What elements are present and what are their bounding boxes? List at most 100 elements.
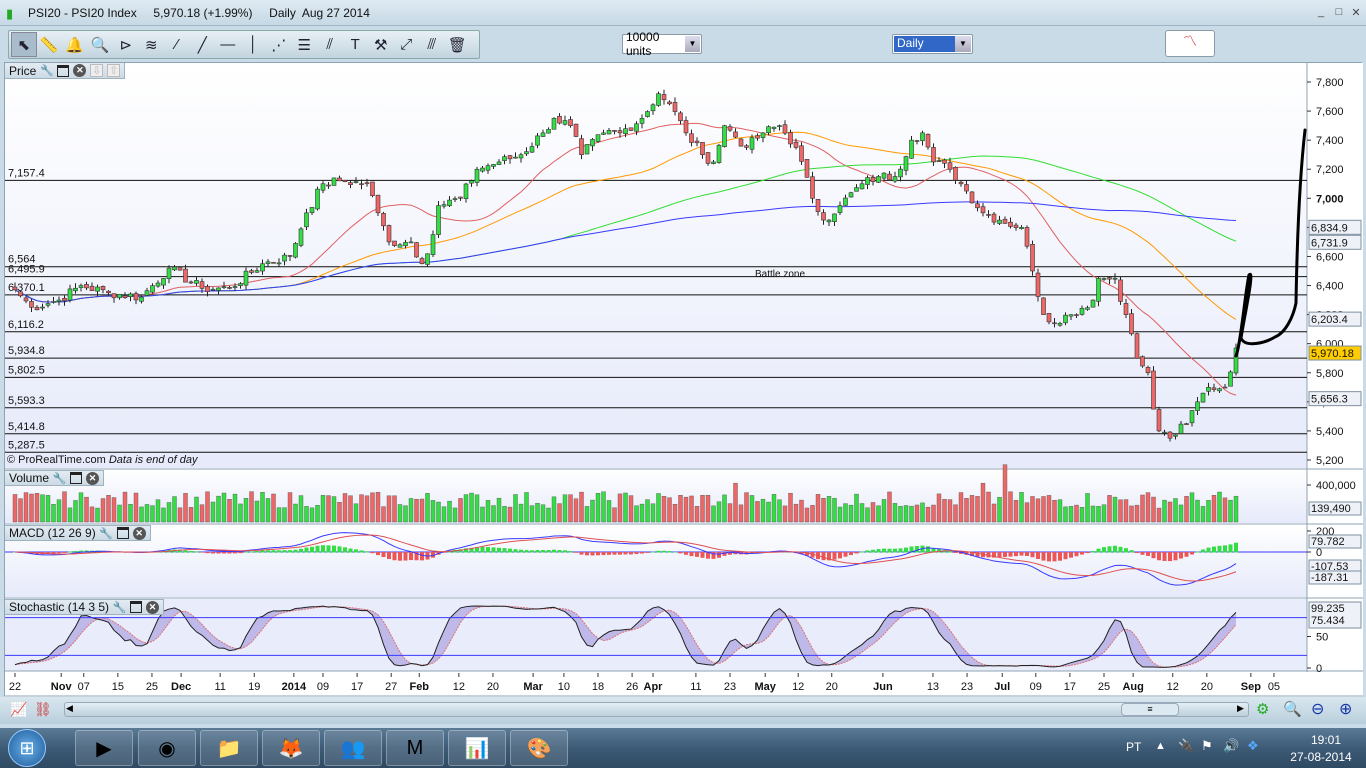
fibonacci-fan-icon[interactable]: ⋰ — [266, 32, 292, 57]
taskbar-file-explorer[interactable]: 📁 — [200, 730, 258, 766]
candle-body — [936, 160, 942, 162]
candle-body — [221, 286, 227, 288]
segment-icon[interactable]: ⁄ — [164, 32, 190, 57]
close-icon[interactable]: ✕ — [146, 600, 160, 614]
candle-body — [1200, 392, 1206, 403]
volume-bar — [205, 491, 210, 523]
fibonacci-retracement-icon[interactable]: ☰ — [292, 32, 318, 57]
scroll-right-icon[interactable]: ▶ — [1237, 703, 1244, 714]
chart-type-icon[interactable]: ⛓ — [34, 701, 52, 718]
taskbar-prorealtime[interactable]: 📊 — [448, 730, 506, 766]
wrench-icon[interactable]: 🔧 — [40, 64, 54, 77]
taskbar-firefox[interactable]: 🦊 — [262, 730, 320, 766]
macd-histogram-bar — [200, 552, 204, 553]
candle-body — [447, 199, 452, 207]
text-icon[interactable]: T — [343, 32, 369, 57]
taskbar-media-player[interactable]: ▶ — [75, 730, 133, 766]
clock-date[interactable]: 27-08-2014 — [1286, 750, 1356, 764]
candle-body — [364, 182, 370, 185]
move-up-icon[interactable]: ⇧ — [107, 64, 121, 77]
minimize-button[interactable]: _ — [1313, 6, 1329, 20]
language-indicator[interactable]: PT — [1126, 740, 1141, 754]
move-down-icon[interactable]: ⇩ — [90, 64, 104, 77]
candle-body — [738, 138, 744, 147]
volume-bar — [287, 492, 293, 523]
candle-body — [78, 285, 84, 288]
vertical-line-icon[interactable]: │ — [241, 32, 267, 57]
horizontal-scrollbar[interactable]: ◀ ≡ ▶ — [64, 702, 1249, 717]
candle-body — [1074, 314, 1079, 316]
macd-histogram-bar — [1085, 552, 1090, 554]
window-icon[interactable] — [116, 527, 129, 539]
candle-body — [777, 125, 782, 127]
channel-icon[interactable]: ≋ — [139, 32, 165, 57]
taskbar-paint[interactable]: 🎨 — [510, 730, 568, 766]
flag-icon[interactable]: ⚑ — [1201, 738, 1213, 754]
volume-bar — [722, 494, 727, 523]
clock-time[interactable]: 19:01 — [1296, 733, 1356, 747]
chart-area[interactable]: 7,157.4 6,564 6,495.9 6,370.1 6,116.2 5,934.8… — [4, 62, 1363, 697]
units-select[interactable]: 10000 units ▼ — [622, 30, 702, 58]
macd-histogram-bar — [1014, 552, 1018, 557]
line-icon[interactable]: ╱ — [190, 32, 216, 57]
scroll-left-icon[interactable]: ◀ — [66, 703, 73, 714]
close-icon[interactable]: ✕ — [73, 64, 87, 77]
close-icon[interactable]: ✕ — [132, 526, 146, 540]
ruler-icon[interactable]: 📏 — [37, 32, 63, 57]
scrollbar-thumb[interactable]: ≡ — [1121, 703, 1179, 716]
macd-histogram-bar — [508, 548, 512, 553]
candle-body — [359, 183, 364, 186]
macd-histogram-bar — [673, 551, 677, 553]
candle-body — [12, 286, 18, 291]
close-icon[interactable]: ✕ — [86, 471, 100, 485]
alarm-bell-icon[interactable]: 🔔 — [62, 32, 88, 57]
pointer-icon[interactable]: ⬉ — [11, 32, 37, 57]
timeframe-select[interactable]: Daily ▼ — [892, 34, 973, 54]
window-icon[interactable] — [70, 472, 83, 484]
volume-bar — [29, 493, 34, 523]
zoom-magnifier-icon[interactable]: 🔍 — [88, 32, 114, 57]
wrench-icon[interactable]: 🔧 — [53, 472, 67, 485]
dropbox-icon[interactable]: ❖ — [1247, 738, 1259, 754]
taskbar-mcafee[interactable]: M — [386, 730, 444, 766]
zoom-fit-icon[interactable]: 🔍 — [1283, 700, 1302, 718]
taskbar-chrome[interactable]: ◉ — [138, 730, 196, 766]
volume-bar — [821, 498, 826, 523]
zoom-in-icon[interactable]: ⊕ — [1339, 699, 1352, 719]
volume-bar — [1041, 496, 1046, 523]
tray-expand-icon[interactable]: ▲ — [1155, 740, 1166, 752]
macd-histogram-bar — [486, 547, 490, 553]
triangle-pattern-icon[interactable]: ⊳ — [113, 32, 139, 57]
volume-bar — [562, 494, 568, 523]
indicators-button[interactable]: 〽 — [1165, 30, 1215, 57]
window-icon[interactable] — [57, 64, 70, 77]
power-icon[interactable]: 🔌 — [1178, 738, 1194, 754]
parallel-line-icon[interactable]: ⫻ — [419, 32, 445, 57]
candle-body — [386, 225, 392, 243]
macd-histogram-bar — [205, 552, 210, 554]
close-button[interactable]: ✕ — [1348, 6, 1364, 20]
volume-icon[interactable]: 🔊 — [1223, 738, 1239, 754]
macd-histogram-bar — [1052, 552, 1057, 562]
macd-histogram-bar — [563, 550, 567, 553]
tools-icon[interactable]: ⚒ — [368, 32, 394, 57]
wrench-icon[interactable]: 🔧 — [99, 527, 113, 540]
horizontal-line-icon[interactable]: — — [215, 32, 241, 57]
taskbar-messenger[interactable]: 👥 — [324, 730, 382, 766]
window-icon[interactable] — [130, 601, 143, 613]
chart-settings-icon[interactable]: ⚙ — [1256, 700, 1269, 718]
volume-bar — [601, 491, 606, 523]
trend-channel-icon[interactable]: ⫽ — [317, 32, 343, 57]
macd-histogram-bar — [832, 552, 837, 560]
trash-icon[interactable]: 🗑 — [445, 32, 471, 57]
macd-histogram-bar — [898, 548, 903, 553]
point-icon[interactable]: ⤢ — [394, 32, 420, 57]
chart-export-icon[interactable]: 📈 — [10, 701, 27, 718]
zoom-out-icon[interactable]: ⊖ — [1311, 699, 1324, 719]
maximize-button[interactable]: □ — [1331, 6, 1347, 20]
start-button[interactable]: ⊞ — [8, 729, 46, 767]
volume-bar — [276, 507, 282, 523]
wrench-icon[interactable]: 🔧 — [113, 601, 127, 614]
volume-bar — [584, 506, 590, 523]
chart-canvas[interactable]: 7,157.46,5646,495.96,370.16,116.25,934.8… — [5, 63, 1363, 697]
